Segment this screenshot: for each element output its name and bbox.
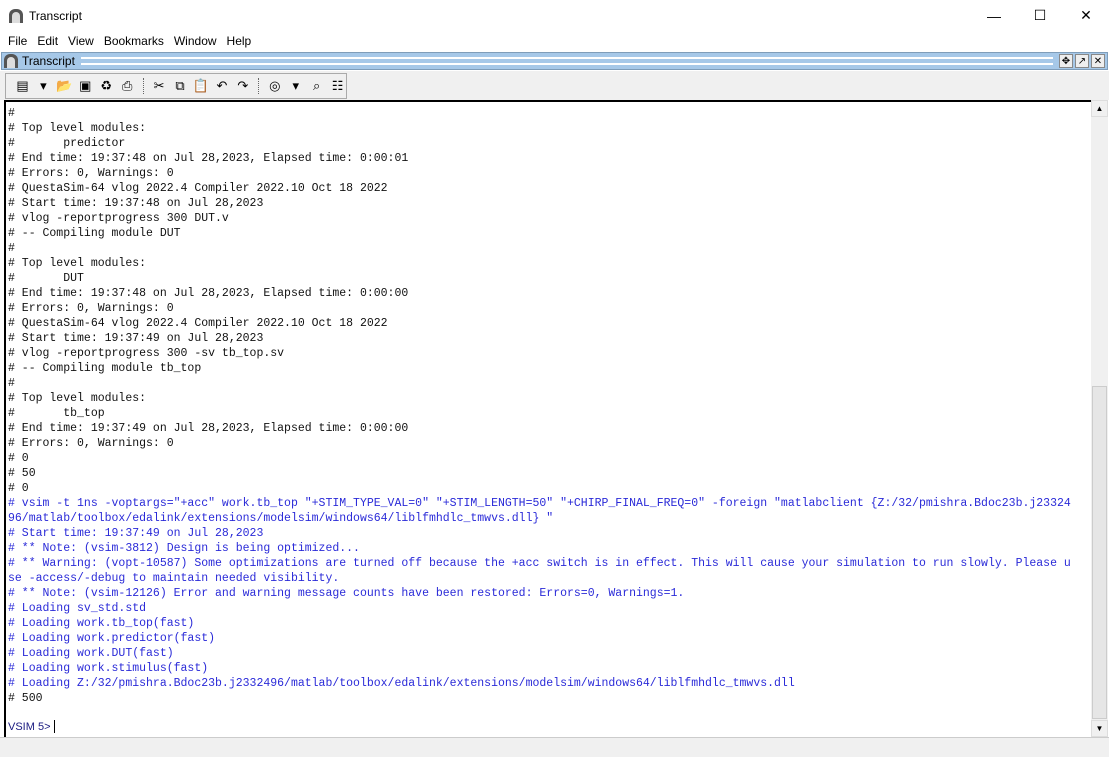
toolbar-separator xyxy=(142,78,144,94)
transcript-line: # 500 xyxy=(8,692,43,705)
transcript-console[interactable]: # # Top level modules: # predictor # End ti… xyxy=(4,100,1092,737)
transcript-line: # Top level modules: xyxy=(8,392,147,405)
find-icon[interactable]: ◎ xyxy=(266,77,283,95)
transcript-line: # Top level modules: xyxy=(8,257,147,270)
paste-icon[interactable]: 📋 xyxy=(193,77,210,95)
transcript-line: # Loading Z:/32/pmishra.Bdoc23b.j2332496… xyxy=(8,677,795,690)
menu-file[interactable]: File xyxy=(3,34,32,48)
transcript-line: # Errors: 0, Warnings: 0 xyxy=(8,302,174,315)
transcript-line: # DUT xyxy=(8,272,84,285)
vertical-scrollbar[interactable]: ▲ ▼ xyxy=(1091,100,1108,737)
transcript-line: # ** Note: (vsim-12126) Error and warnin… xyxy=(8,587,685,600)
transcript-line: # Start time: 19:37:48 on Jul 28,2023 xyxy=(8,197,264,210)
scroll-down-button[interactable]: ▼ xyxy=(1091,720,1108,737)
transcript-line: # Loading work.stimulus(fast) xyxy=(8,662,209,675)
title-bar: Transcript — ☐ ✕ xyxy=(0,0,1109,31)
transcript-line: # QuestaSim-64 vlog 2022.4 Compiler 2022… xyxy=(8,182,388,195)
transcript-line: # vlog -reportprogress 300 DUT.v xyxy=(8,212,229,225)
find-dropdown-icon[interactable]: ▾ xyxy=(287,77,304,95)
panel-drag-handle[interactable] xyxy=(80,57,1053,65)
transcript-line: # Loading work.DUT(fast) xyxy=(8,647,174,660)
cut-icon[interactable]: ✂ xyxy=(151,77,168,95)
window-title: Transcript xyxy=(29,8,82,23)
menu-bookmarks[interactable]: Bookmarks xyxy=(99,34,169,48)
menu-edit[interactable]: Edit xyxy=(32,34,63,48)
undo-icon[interactable]: ↶ xyxy=(213,77,230,95)
transcript-line: # 50 xyxy=(8,467,36,480)
dropdown-icon[interactable]: ▾ xyxy=(35,77,52,95)
transcript-line: # ** Note: (vsim-3812) Design is being o… xyxy=(8,542,360,555)
undock-icon[interactable]: ↗ xyxy=(1075,54,1089,68)
panel-header: Transcript ✥ ↗ ✕ xyxy=(1,52,1108,70)
transcript-line: # tb_top xyxy=(8,407,105,420)
panel-title: Transcript xyxy=(22,54,75,68)
refresh-icon[interactable]: ♻ xyxy=(98,77,115,95)
prompt-label: VSIM 5> xyxy=(8,720,51,733)
toolbar-separator xyxy=(258,78,260,94)
text-cursor xyxy=(53,720,55,733)
toolbar: ▤ ▾ 📂 ▣ ♻ ⎙ ✂ ⧉ 📋 ↶ ↷ ◎ ▾ ⌕ ☷ xyxy=(5,73,347,99)
print-icon[interactable]: ⎙ xyxy=(119,77,136,95)
menu-bar: File Edit View Bookmarks Window Help xyxy=(0,31,1109,51)
transcript-line: # Start time: 19:37:49 on Jul 28,2023 xyxy=(8,527,264,540)
transcript-line: # xyxy=(8,377,15,390)
menu-window[interactable]: Window xyxy=(169,34,222,48)
status-bar xyxy=(0,737,1109,757)
transcript-line: # vlog -reportprogress 300 -sv tb_top.sv xyxy=(8,347,285,360)
transcript-line: # Loading work.predictor(fast) xyxy=(8,632,216,645)
transcript-line: # Errors: 0, Warnings: 0 xyxy=(8,437,174,450)
transcript-line: 96/matlab/toolbox/edalink/extensions/mod… xyxy=(8,512,554,525)
close-button[interactable]: ✕ xyxy=(1063,0,1109,31)
command-prompt[interactable]: VSIM 5> xyxy=(8,720,55,733)
dock-icon[interactable]: ✥ xyxy=(1059,54,1073,68)
toolbar-area: ▤ ▾ 📂 ▣ ♻ ⎙ ✂ ⧉ 📋 ↶ ↷ ◎ ▾ ⌕ ☷ xyxy=(0,71,1109,100)
transcript-line: # Start time: 19:37:49 on Jul 28,2023 xyxy=(8,332,264,345)
transcript-line: # 0 xyxy=(8,482,29,495)
scroll-up-button[interactable]: ▲ xyxy=(1091,100,1108,117)
app-icon xyxy=(9,8,23,23)
transcript-line: # -- Compiling module DUT xyxy=(8,227,181,240)
transcript-line: # Top level modules: xyxy=(8,122,147,135)
transcript-line: se -access/-debug to maintain needed vis… xyxy=(8,572,340,585)
minimize-button[interactable]: — xyxy=(971,0,1017,31)
panel-close-icon[interactable]: ✕ xyxy=(1091,54,1105,68)
transcript-line: # QuestaSim-64 vlog 2022.4 Compiler 2022… xyxy=(8,317,388,330)
transcript-line: # xyxy=(8,107,15,120)
save-icon[interactable]: ▣ xyxy=(77,77,94,95)
menu-view[interactable]: View xyxy=(63,34,99,48)
open-folder-icon[interactable]: 📂 xyxy=(56,77,73,95)
transcript-line: # ** Warning: (vopt-10587) Some optimiza… xyxy=(8,557,1071,570)
transcript-line: # predictor xyxy=(8,137,126,150)
transcript-line: # vsim -t 1ns -voptargs="+acc" work.tb_t… xyxy=(8,497,1071,510)
scroll-thumb[interactable] xyxy=(1092,386,1107,719)
transcript-line: # xyxy=(8,242,15,255)
transcript-line: # Errors: 0, Warnings: 0 xyxy=(8,167,174,180)
transcript-line: # 0 xyxy=(8,452,29,465)
format-icon[interactable]: ☷ xyxy=(329,77,346,95)
transcript-line: # Loading work.tb_top(fast) xyxy=(8,617,195,630)
transcript-line: # -- Compiling module tb_top xyxy=(8,362,202,375)
new-icon[interactable]: ▤ xyxy=(14,77,31,95)
transcript-line: # End time: 19:37:48 on Jul 28,2023, Ela… xyxy=(8,287,409,300)
transcript-line: # Loading sv_std.std xyxy=(8,602,147,615)
copy-icon[interactable]: ⧉ xyxy=(172,77,189,95)
menu-help[interactable]: Help xyxy=(222,34,257,48)
maximize-button[interactable]: ☐ xyxy=(1017,0,1063,31)
panel-icon xyxy=(4,54,18,68)
transcript-line: # End time: 19:37:48 on Jul 28,2023, Ela… xyxy=(8,152,409,165)
transcript-line: # End time: 19:37:49 on Jul 28,2023, Ela… xyxy=(8,422,409,435)
binoculars-icon[interactable]: ⌕ xyxy=(308,77,325,95)
redo-icon[interactable]: ↷ xyxy=(234,77,251,95)
transcript-lines: # # Top level modules: # predictor # End ti… xyxy=(8,106,1071,706)
